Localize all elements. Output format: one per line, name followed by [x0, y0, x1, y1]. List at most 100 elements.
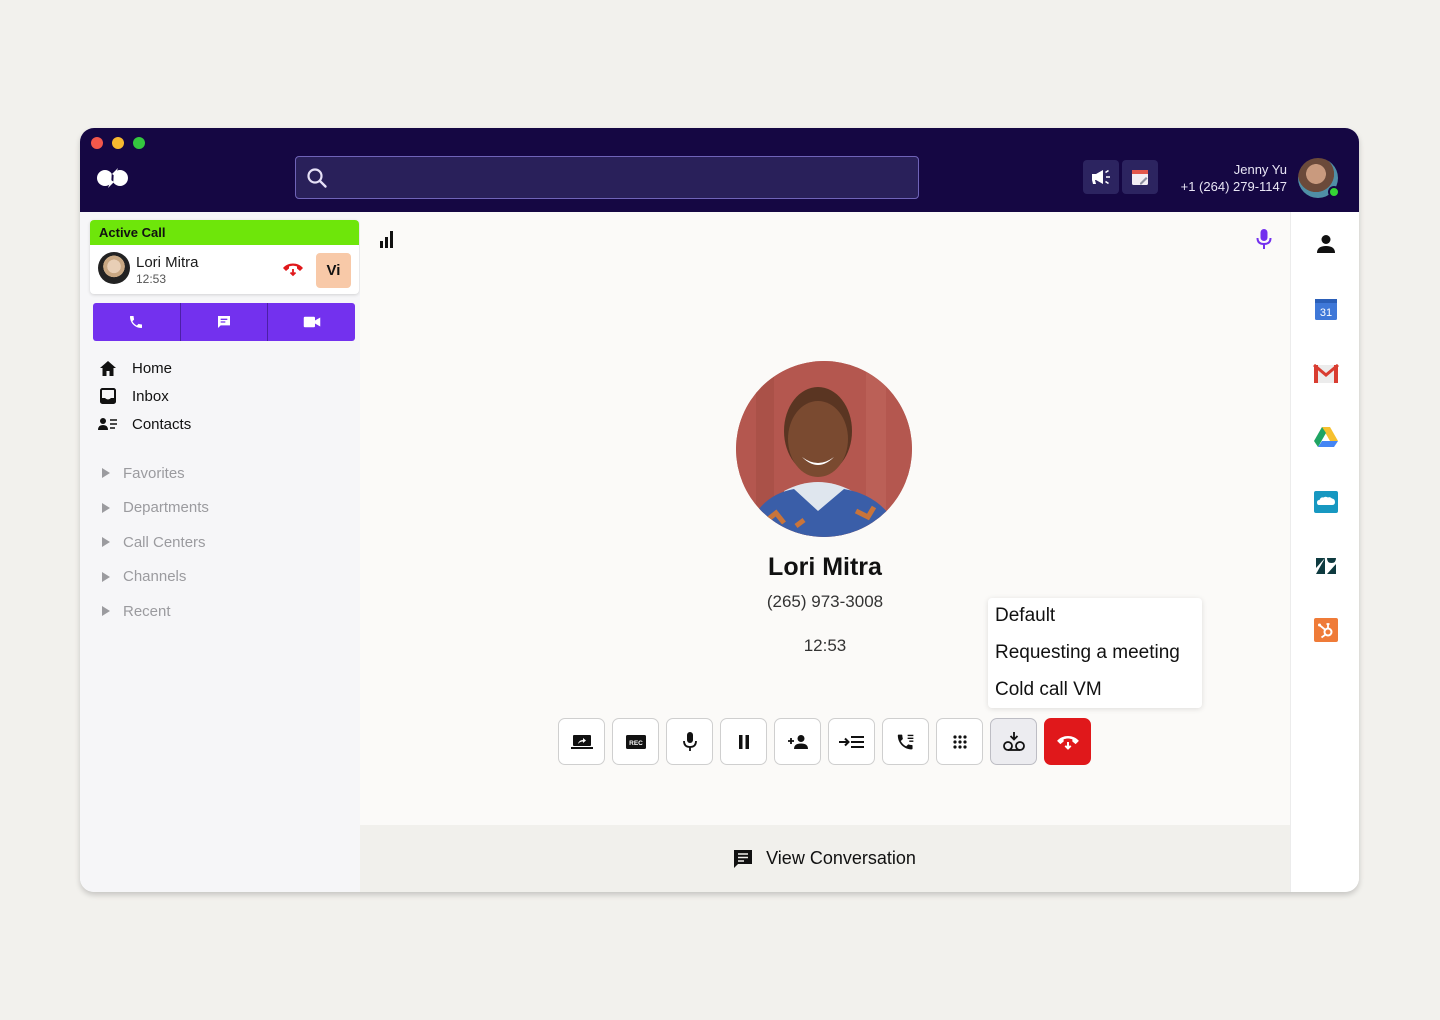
screen-share-button[interactable] [558, 718, 605, 765]
vm-option-default[interactable]: Default [988, 605, 1202, 642]
collapsible-sections: Favorites Departments Call Centers Chann… [102, 456, 209, 629]
transcription-microphone-icon[interactable] [1256, 228, 1272, 250]
section-channels[interactable]: Channels [102, 560, 209, 595]
screen-share-icon [570, 734, 593, 749]
hang-up-icon[interactable] [282, 261, 304, 277]
contact-profile-button[interactable] [1313, 231, 1339, 257]
search-input[interactable] [340, 157, 910, 198]
zendesk-icon [1316, 558, 1336, 574]
minimize-window-button[interactable] [112, 137, 124, 149]
search-bar[interactable] [295, 156, 919, 199]
user-avatar[interactable] [1298, 158, 1340, 198]
hang-up-button[interactable] [1044, 718, 1091, 765]
mute-button[interactable] [666, 718, 713, 765]
view-conversation-label: View Conversation [766, 848, 916, 868]
voicemail-drop-menu: Default Requesting a meeting Cold call V… [988, 598, 1202, 708]
hubspot-icon [1314, 618, 1338, 642]
message-button[interactable] [181, 303, 269, 341]
nav-label: Contacts [132, 415, 192, 433]
add-participant-button[interactable] [774, 718, 821, 765]
calendar-button[interactable] [1122, 160, 1158, 194]
salesforce-icon [1314, 491, 1338, 513]
contact-name: Lori Mitra [768, 553, 882, 581]
conversation-icon [734, 849, 753, 868]
phone-icon [130, 316, 143, 328]
transfer-button[interactable] [828, 718, 875, 765]
call-button[interactable] [93, 303, 181, 341]
expand-arrow-icon [102, 537, 110, 548]
gmail-button[interactable] [1313, 361, 1339, 387]
dialpad-logo-icon[interactable] [95, 166, 131, 190]
section-label: Call Centers [123, 533, 206, 551]
message-icon [218, 316, 230, 328]
record-button[interactable]: REC [612, 718, 659, 765]
call-panel: Lori Mitra (265) 973-3008 12:53 Default … [360, 212, 1290, 892]
call-queue-button[interactable] [882, 718, 929, 765]
record-icon: REC [625, 734, 646, 749]
google-drive-icon [1314, 427, 1338, 447]
section-departments[interactable]: Departments [102, 491, 209, 526]
person-icon [1317, 235, 1335, 253]
home-icon [100, 360, 116, 376]
quick-actions [93, 303, 355, 341]
announcements-button[interactable] [1083, 160, 1119, 194]
caller-name: Lori Mitra [136, 254, 199, 271]
expand-arrow-icon [102, 468, 110, 479]
nav-item-inbox[interactable]: Inbox [98, 382, 191, 410]
expand-arrow-icon [102, 571, 110, 582]
gmail-icon [1313, 364, 1339, 383]
vm-option-cold-call[interactable]: Cold call VM [988, 679, 1202, 716]
expand-arrow-icon [102, 606, 110, 617]
sidebar: Active Call Lori Mitra 12:53 Vi Home Inb… [80, 212, 360, 892]
add-person-icon [787, 734, 808, 749]
section-call-centers[interactable]: Call Centers [102, 525, 209, 560]
google-calendar-button[interactable]: 31 [1313, 296, 1339, 322]
expand-arrow-icon [102, 502, 110, 513]
user-info: Jenny Yu +1 (264) 279-1147 [1181, 161, 1287, 195]
active-call-card[interactable]: Active Call Lori Mitra 12:53 Vi [90, 220, 359, 294]
search-icon [307, 168, 327, 188]
close-window-button[interactable] [91, 137, 103, 149]
keypad-button[interactable] [936, 718, 983, 765]
active-call-header: Active Call [90, 220, 359, 245]
hang-up-icon [1056, 735, 1079, 750]
phone-list-icon [897, 734, 913, 749]
app-window: Jenny Yu +1 (264) 279-1147 Active Call L… [80, 128, 1359, 892]
contacts-icon [98, 418, 117, 430]
video-icon [303, 316, 320, 328]
signal-strength-icon [380, 230, 393, 248]
vi-badge[interactable]: Vi [316, 253, 351, 288]
contact-photo [736, 361, 912, 537]
microphone-icon [682, 731, 697, 751]
maximize-window-button[interactable] [133, 137, 145, 149]
megaphone-icon [1092, 169, 1110, 185]
user-phone: +1 (264) 279-1147 [1180, 179, 1287, 194]
section-label: Recent [123, 602, 171, 620]
google-drive-button[interactable] [1313, 424, 1339, 450]
hold-button[interactable] [720, 718, 767, 765]
voicemail-drop-button[interactable] [990, 718, 1037, 765]
hubspot-button[interactable] [1313, 617, 1339, 643]
svg-text:REC: REC [629, 740, 643, 747]
salesforce-button[interactable] [1313, 489, 1339, 515]
nav-label: Home [132, 359, 173, 377]
inbox-icon [100, 388, 116, 404]
google-calendar-icon: 31 [1315, 299, 1337, 320]
keypad-icon [952, 734, 967, 749]
view-conversation-button[interactable]: View Conversation [360, 825, 1290, 892]
caller-avatar [98, 252, 130, 284]
top-bar: Jenny Yu +1 (264) 279-1147 [80, 128, 1359, 212]
nav-item-contacts[interactable]: Contacts [98, 410, 191, 438]
video-button[interactable] [268, 303, 355, 341]
calendar-edit-icon [1132, 170, 1148, 185]
integrations-rail: 31 [1290, 212, 1359, 892]
vm-option-requesting-meeting[interactable]: Requesting a meeting [988, 642, 1202, 679]
call-duration: 12:53 [136, 272, 167, 286]
section-label: Departments [123, 499, 209, 517]
nav-item-home[interactable]: Home [98, 354, 191, 382]
transfer-icon [838, 735, 864, 748]
svg-text:31: 31 [1320, 307, 1332, 319]
zendesk-button[interactable] [1313, 553, 1339, 579]
section-recent[interactable]: Recent [102, 594, 209, 629]
section-favorites[interactable]: Favorites [102, 456, 209, 491]
